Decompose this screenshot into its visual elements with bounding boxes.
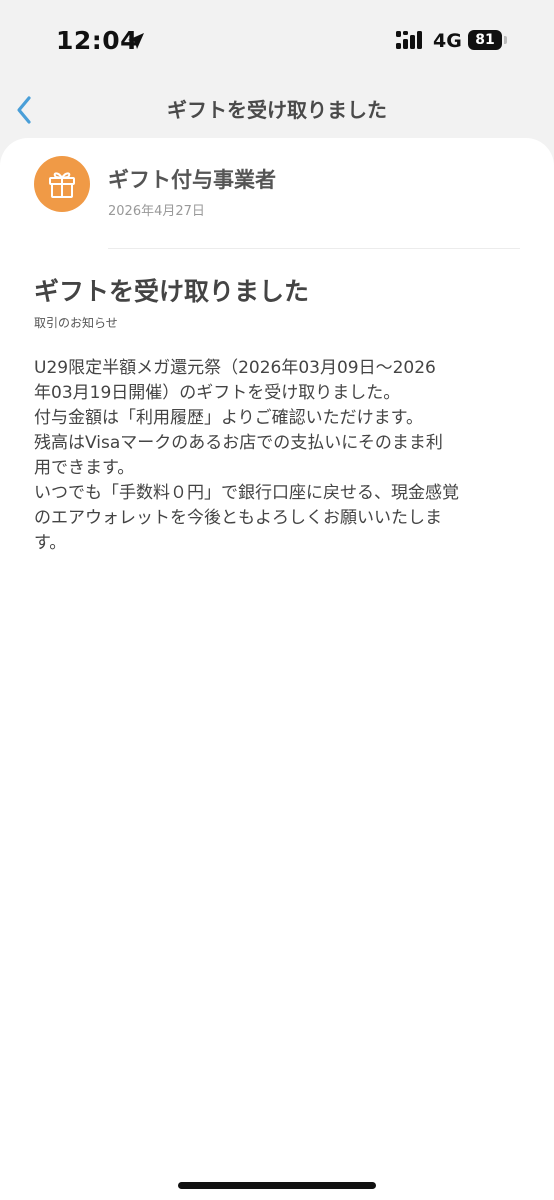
sender-date: 2026年4月27日 (108, 204, 205, 219)
message-title: ギフトを受け取りました (34, 277, 310, 306)
battery-level: 81 (475, 32, 495, 48)
location-arrow-icon (128, 33, 144, 49)
cellular-signal-icon (396, 31, 422, 49)
message-body-line: いつでも「手数料０円」で銀行口座に戻せる、現金感覚 (34, 483, 459, 503)
message-body-line: 用できます。 (34, 458, 135, 478)
battery-icon: 81 (468, 30, 502, 50)
message-body-line: U29限定半額メガ還元祭（2026年03月09日〜2026 (34, 358, 436, 378)
page-title: ギフトを受け取りました (167, 98, 387, 122)
sender-avatar (34, 156, 90, 212)
battery-cap (504, 36, 507, 44)
sender-name: ギフト付与事業者 (108, 168, 276, 192)
status-bar: 12:04 4G 81 (0, 0, 554, 84)
gift-icon (49, 172, 75, 198)
message-body-line: 残高はVisaマークのあるお店での支払いにそのまま利 (34, 433, 443, 453)
network-type-label: 4G (433, 30, 462, 52)
divider (108, 248, 520, 249)
home-indicator[interactable] (178, 1182, 376, 1189)
message-body: U29限定半額メガ還元祭（2026年03月09日〜2026 年03月19日開催）… (34, 356, 530, 556)
navigation-bar: ギフトを受け取りました (0, 84, 554, 136)
message-card: ギフト付与事業者 2026年4月27日 ギフトを受け取りました 取引のお知らせ … (0, 138, 554, 1200)
message-body-line: 付与金額は「利用履歴」よりご確認いただけます。 (34, 408, 423, 428)
message-body-line: 年03月19日開催）のギフトを受け取りました。 (34, 383, 401, 403)
message-body-line: のエアウォレットを今後ともよろしくお願いいたしま (34, 508, 442, 528)
message-body-line: す。 (34, 533, 67, 553)
message-category: 取引のお知らせ (34, 316, 118, 330)
